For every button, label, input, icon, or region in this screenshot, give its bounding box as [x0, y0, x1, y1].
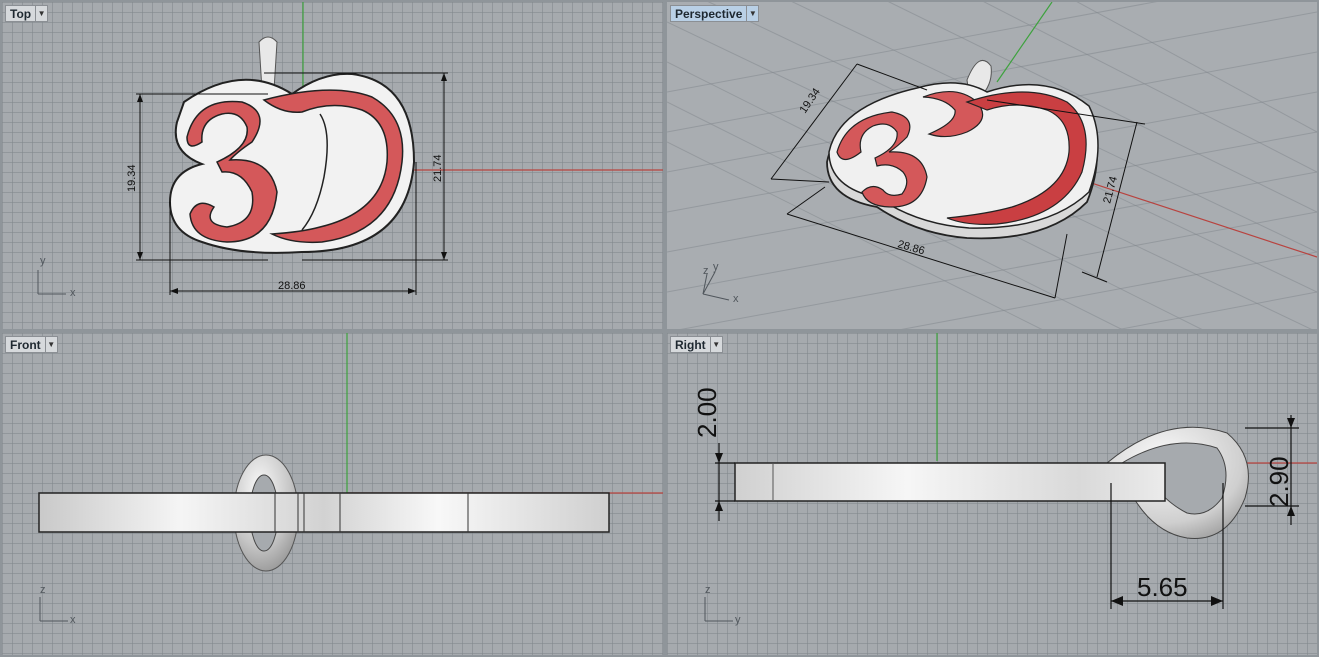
viewport-label: Front [10, 337, 41, 352]
viewport-right[interactable]: 2.00 2.90 5.65 z y Right ▼ [667, 333, 1317, 655]
chevron-down-icon[interactable]: ▼ [709, 337, 722, 352]
viewport-label: Perspective [675, 6, 743, 21]
pendant-body-side [734, 462, 1166, 502]
dim-thickness-label: 2.00 [692, 387, 722, 438]
viewport-tab-front[interactable]: Front ▼ [5, 336, 58, 353]
top-axis-icon [37, 270, 66, 295]
axis-label-b: x [70, 614, 76, 626]
chevron-down-icon[interactable]: ▼ [746, 6, 758, 21]
viewport-tab-perspective[interactable]: Perspective ▼ [670, 5, 760, 22]
axis-label-b: x [70, 287, 76, 299]
top-canvas: 19.34 21.74 28.86 y x [37, 2, 663, 299]
viewport-front[interactable]: z x Front ▼ [2, 333, 663, 655]
front-canvas: z x [38, 333, 663, 626]
viewport-perspective[interactable]: 19.34 21.74 28.86 z y x Perspective ▼ [667, 2, 1317, 329]
pendant-body-front [38, 492, 610, 533]
dim-height-label: 19.34 [126, 164, 138, 192]
viewport-label: Top [10, 6, 32, 21]
front-axis-icon [39, 597, 68, 622]
right-canvas: 2.00 2.90 5.65 z y [692, 333, 1317, 626]
axis-label-c: x [733, 293, 739, 305]
axis-label-a: z [40, 584, 46, 596]
viewport-tab-top[interactable]: Top ▼ [5, 5, 49, 22]
perspective-canvas: 19.34 21.74 28.86 z y x [667, 2, 1317, 329]
axis-label-a: y [40, 255, 46, 267]
dim-width-label: 28.86 [278, 280, 306, 292]
axis-label-b: y [735, 614, 741, 626]
chevron-down-icon[interactable]: ▼ [44, 337, 57, 352]
dim-height-label: 19.34 [798, 86, 823, 116]
viewport-top[interactable]: 19.34 21.74 28.86 y x Top ▼ [2, 2, 663, 329]
y-axis-line [996, 2, 1053, 83]
dim-height-full-label: 21.74 [432, 154, 444, 182]
dim-bail-height-label: 2.90 [1264, 456, 1294, 507]
viewport-label: Right [675, 337, 706, 352]
axis-label-a: z [705, 584, 711, 596]
axis-label-b: y [713, 261, 719, 273]
right-axis-icon [704, 597, 733, 622]
viewport-tab-right[interactable]: Right ▼ [670, 336, 723, 353]
dim-width-label: 28.86 [896, 238, 926, 257]
chevron-down-icon[interactable]: ▼ [35, 6, 47, 21]
axis-label-a: z [703, 265, 709, 277]
dim-bail-width-label: 5.65 [1137, 572, 1188, 602]
